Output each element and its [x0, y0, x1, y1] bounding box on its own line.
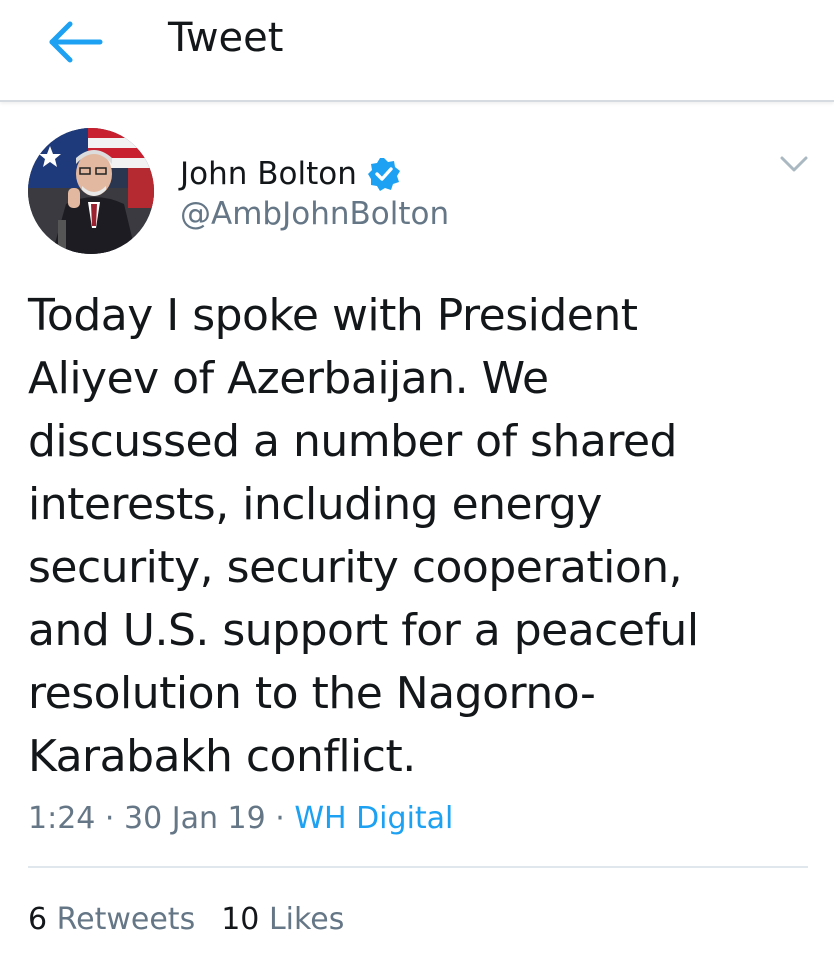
arrow-left-icon [49, 21, 103, 63]
tweet-date: 30 Jan 19 [124, 801, 266, 836]
tweet-stats: 6 Retweets 10 Likes [28, 898, 344, 942]
meta-separator: · [104, 801, 115, 836]
chevron-down-icon [780, 156, 808, 172]
tweet-meta: 1:24 · 30 Jan 19 · WH Digital [28, 797, 453, 841]
avatar-photo [28, 128, 154, 254]
avatar[interactable] [28, 128, 154, 254]
likes-count: 10 [221, 902, 260, 937]
author-display-name[interactable]: John Bolton [180, 154, 357, 194]
likes-label: Likes [268, 902, 345, 937]
author-name-row: John Bolton [180, 154, 401, 194]
tweet-options-button[interactable] [776, 148, 812, 178]
retweets-stat[interactable]: 6 Retweets [28, 902, 195, 937]
retweets-label: Retweets [56, 902, 196, 937]
tweet-time: 1:24 [28, 801, 96, 836]
page-title: Tweet [168, 15, 284, 61]
tweet-text: Today I spoke with President Aliyev of A… [28, 290, 699, 782]
author-handle[interactable]: @AmbJohnBolton [180, 194, 449, 234]
top-app-bar: Tweet [0, 0, 834, 102]
likes-stat[interactable]: 10 Likes [221, 902, 344, 937]
back-button[interactable] [44, 14, 108, 70]
verified-badge-icon [367, 157, 401, 191]
meta-separator: · [275, 801, 285, 836]
tweet-source-link[interactable]: WH Digital [294, 801, 453, 836]
retweets-count: 6 [28, 902, 48, 937]
divider [28, 866, 808, 868]
